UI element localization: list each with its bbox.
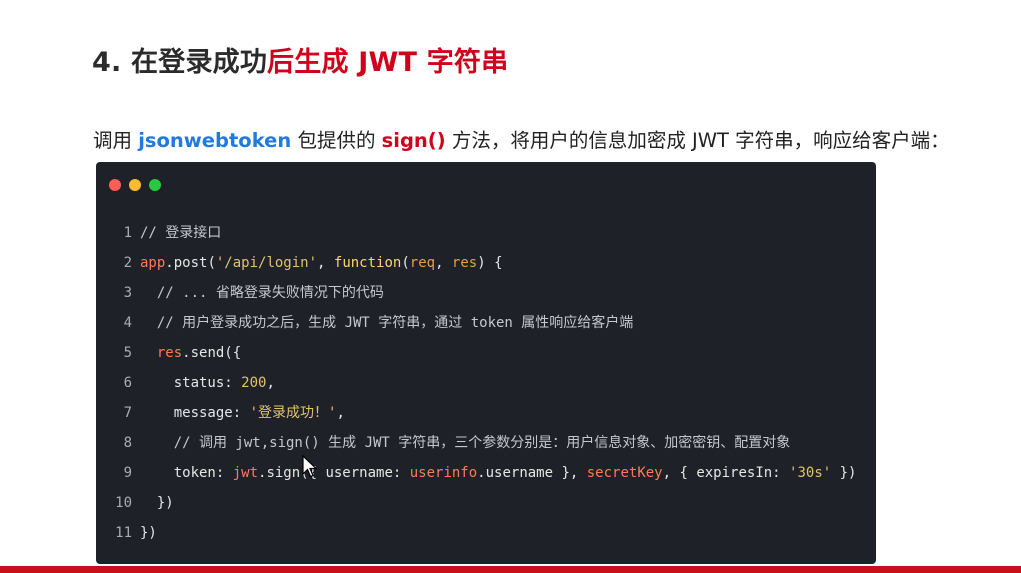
code-text: // 调用 jwt,sign() 生成 JWT 字符串，三个参数分别是：用户信息… xyxy=(140,435,791,451)
code-token: .username }, xyxy=(477,465,587,481)
code-text: }) xyxy=(140,495,174,511)
line-number: 10 xyxy=(115,495,132,511)
code-line: 7 message: '登录成功！', xyxy=(96,398,876,428)
package-name: jsonwebtoken xyxy=(138,129,292,152)
code-token: message: xyxy=(140,405,250,421)
code-token: function xyxy=(333,255,402,271)
line-number: 4 xyxy=(123,315,132,331)
close-dot-icon xyxy=(109,179,121,191)
code-text: // ... 省略登录失败情况下的代码 xyxy=(140,285,384,301)
code-token: .post( xyxy=(165,255,216,271)
code-token: }) xyxy=(831,465,857,481)
code-token: , xyxy=(336,405,345,421)
title-highlight: 后生成 JWT 字符串 xyxy=(267,47,509,78)
code-token: , xyxy=(435,255,452,271)
code-line: 8 // 调用 jwt,sign() 生成 JWT 字符串，三个参数分别是：用户… xyxy=(96,428,876,458)
code-token: secretKey xyxy=(586,465,663,481)
code-line: 4 // 用户登录成功之后，生成 JWT 字符串，通过 token 属性响应给客… xyxy=(96,308,876,338)
window-controls xyxy=(109,179,161,191)
code-token: 200 xyxy=(241,375,267,391)
code-text: // 登录接口 xyxy=(140,225,222,241)
code-text: // 用户登录成功之后，生成 JWT 字符串，通过 token 属性响应给客户端 xyxy=(140,315,634,331)
line-number: 5 xyxy=(123,345,132,361)
code-token: , xyxy=(317,255,334,271)
line-number: 1 xyxy=(123,225,132,241)
line-number: 7 xyxy=(123,405,132,421)
code-token: req xyxy=(409,255,436,271)
code-token: ( xyxy=(401,255,410,271)
code-block: 1 // 登录接口 2 app .post('/api/login', funct… xyxy=(96,218,876,548)
description-text: 调用 jsonwebtoken 包提供的 sign() 方法，将用户的信息加密成… xyxy=(93,124,950,153)
code-token: .send({ xyxy=(182,345,242,361)
code-token: , xyxy=(266,375,275,391)
line-number: 9 xyxy=(123,465,132,481)
code-token: '/api/login' xyxy=(215,255,318,271)
desc-part3: 方法，将用户的信息加密成 JWT 字符串，响应给客户端： xyxy=(445,129,950,152)
minimize-dot-icon xyxy=(129,179,141,191)
code-token: res xyxy=(451,255,478,271)
line-number: 6 xyxy=(123,375,132,391)
code-token: jwt xyxy=(232,465,259,481)
code-line: 5 res .send({ xyxy=(96,338,876,368)
bottom-accent-bar xyxy=(0,566,1021,573)
code-line: 10 }) xyxy=(96,488,876,518)
code-line: 11 }) xyxy=(96,518,876,548)
code-line: 3 // ... 省略登录失败情况下的代码 xyxy=(96,278,876,308)
line-number: 3 xyxy=(123,285,132,301)
code-token: '30s' xyxy=(789,465,832,481)
code-token: , { expiresIn: xyxy=(662,465,790,481)
page-title: 4. 在登录成功后生成 JWT 字符串 xyxy=(92,40,508,79)
line-number: 11 xyxy=(115,525,132,541)
line-number: 8 xyxy=(123,435,132,451)
code-token: .sign({ username: xyxy=(258,465,410,481)
mouse-cursor-icon xyxy=(302,455,318,478)
line-number: 2 xyxy=(123,255,132,271)
code-token: token: xyxy=(140,465,233,481)
code-token: '登录成功！' xyxy=(249,405,337,421)
code-token: app xyxy=(140,255,166,271)
title-prefix: 4. 在登录成功 xyxy=(92,47,268,78)
code-token: userinfo xyxy=(409,465,478,481)
code-line: 1 // 登录接口 xyxy=(96,218,876,248)
method-name: sign() xyxy=(381,129,446,152)
desc-part1: 调用 xyxy=(93,129,139,152)
code-line: 2 app .post('/api/login', function(req, r… xyxy=(96,248,876,278)
code-token: ) { xyxy=(477,255,503,271)
code-text: }) xyxy=(140,525,157,541)
code-token: status: xyxy=(140,375,242,391)
code-panel: 1 // 登录接口 2 app .post('/api/login', funct… xyxy=(96,162,876,564)
code-line: 9 token: jwt .sign({ username: userinfo .u… xyxy=(96,458,876,488)
desc-part2: 包提供的 xyxy=(291,129,382,152)
code-token: res xyxy=(156,345,183,361)
code-line: 6 status: 200, xyxy=(96,368,876,398)
maximize-dot-icon xyxy=(149,179,161,191)
